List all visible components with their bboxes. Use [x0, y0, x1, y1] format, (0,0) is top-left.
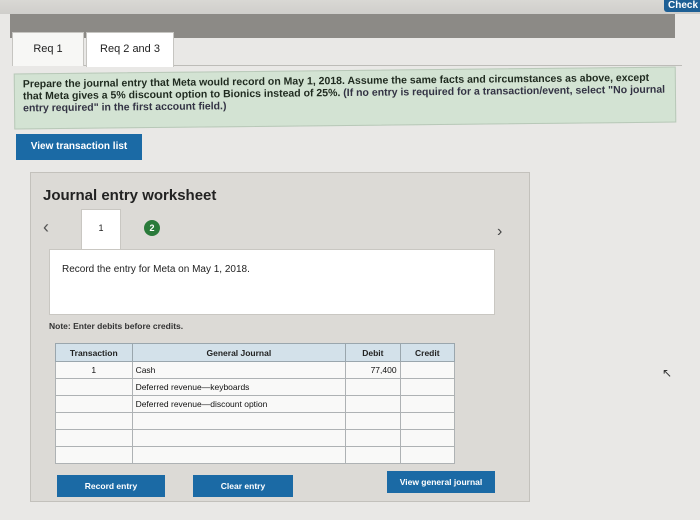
table-row: [55, 429, 456, 447]
view-transaction-list-button[interactable]: View transaction list: [16, 134, 142, 160]
debit-field[interactable]: [345, 378, 401, 396]
journal-entry-worksheet: Journal entry worksheet ‹ 1 2 › Record t…: [30, 172, 530, 502]
worksheet-title: Journal entry worksheet: [43, 187, 217, 204]
table-row: 1 Cash 77,400: [55, 361, 456, 379]
column-header-general-journal: General Journal: [131, 343, 347, 362]
account-field[interactable]: [131, 429, 347, 447]
table-row: [55, 446, 456, 464]
chevron-right-icon[interactable]: ›: [497, 223, 502, 241]
table-row: Deferred revenue—discount option: [55, 395, 456, 413]
tab-req-2-and-3[interactable]: Req 2 and 3: [86, 32, 174, 67]
step-1-tab[interactable]: 1: [81, 209, 121, 249]
table-row: Deferred revenue—keyboards: [55, 378, 456, 396]
account-field[interactable]: Deferred revenue—keyboards: [131, 378, 347, 396]
credit-field[interactable]: [399, 412, 456, 430]
credit-field[interactable]: [399, 378, 456, 396]
transaction-cell: [55, 412, 133, 430]
debit-field[interactable]: [345, 446, 401, 464]
mouse-cursor-icon: ↖: [662, 366, 673, 380]
journal-entry-table: Transaction General Journal Debit Credit…: [55, 343, 456, 464]
instructions-panel: Prepare the journal entry that Meta woul…: [13, 66, 677, 130]
record-instruction-text: Record the entry for Meta on May 1, 2018…: [62, 264, 250, 275]
account-field[interactable]: [131, 412, 347, 430]
account-field[interactable]: Cash: [131, 361, 347, 379]
transaction-cell: [55, 378, 133, 396]
credit-field[interactable]: [399, 361, 456, 379]
debits-note: Note: Enter debits before credits.: [49, 321, 184, 331]
transaction-cell: [55, 395, 133, 413]
column-header-credit: Credit: [399, 343, 456, 362]
credit-field[interactable]: [399, 429, 456, 447]
column-header-debit: Debit: [345, 343, 401, 362]
clear-entry-button[interactable]: Clear entry: [193, 475, 293, 497]
top-strip: [0, 0, 700, 14]
record-entry-button[interactable]: Record entry: [57, 475, 165, 497]
transaction-cell: [55, 446, 133, 464]
column-header-transaction: Transaction: [55, 343, 133, 362]
step-2-tab[interactable]: 2: [144, 220, 160, 236]
account-field[interactable]: Deferred revenue—discount option: [131, 395, 347, 413]
transaction-cell: 1: [55, 361, 133, 379]
requirement-tabs: Req 1 Req 2 and 3: [12, 32, 682, 67]
view-general-journal-button[interactable]: View general journal: [387, 471, 495, 493]
record-instruction-panel: Record the entry for Meta on May 1, 2018…: [49, 249, 495, 315]
debit-field[interactable]: [345, 412, 401, 430]
debit-field[interactable]: 77,400: [345, 361, 401, 379]
debit-field[interactable]: [345, 429, 401, 447]
credit-field[interactable]: [399, 446, 456, 464]
table-row: [55, 412, 456, 430]
chevron-left-icon[interactable]: ‹: [43, 217, 49, 238]
check-button[interactable]: Check: [664, 0, 700, 12]
credit-field[interactable]: [399, 395, 456, 413]
debit-field[interactable]: [345, 395, 401, 413]
tab-req-1[interactable]: Req 1: [12, 32, 84, 66]
account-field[interactable]: [131, 446, 347, 464]
transaction-cell: [55, 429, 133, 447]
